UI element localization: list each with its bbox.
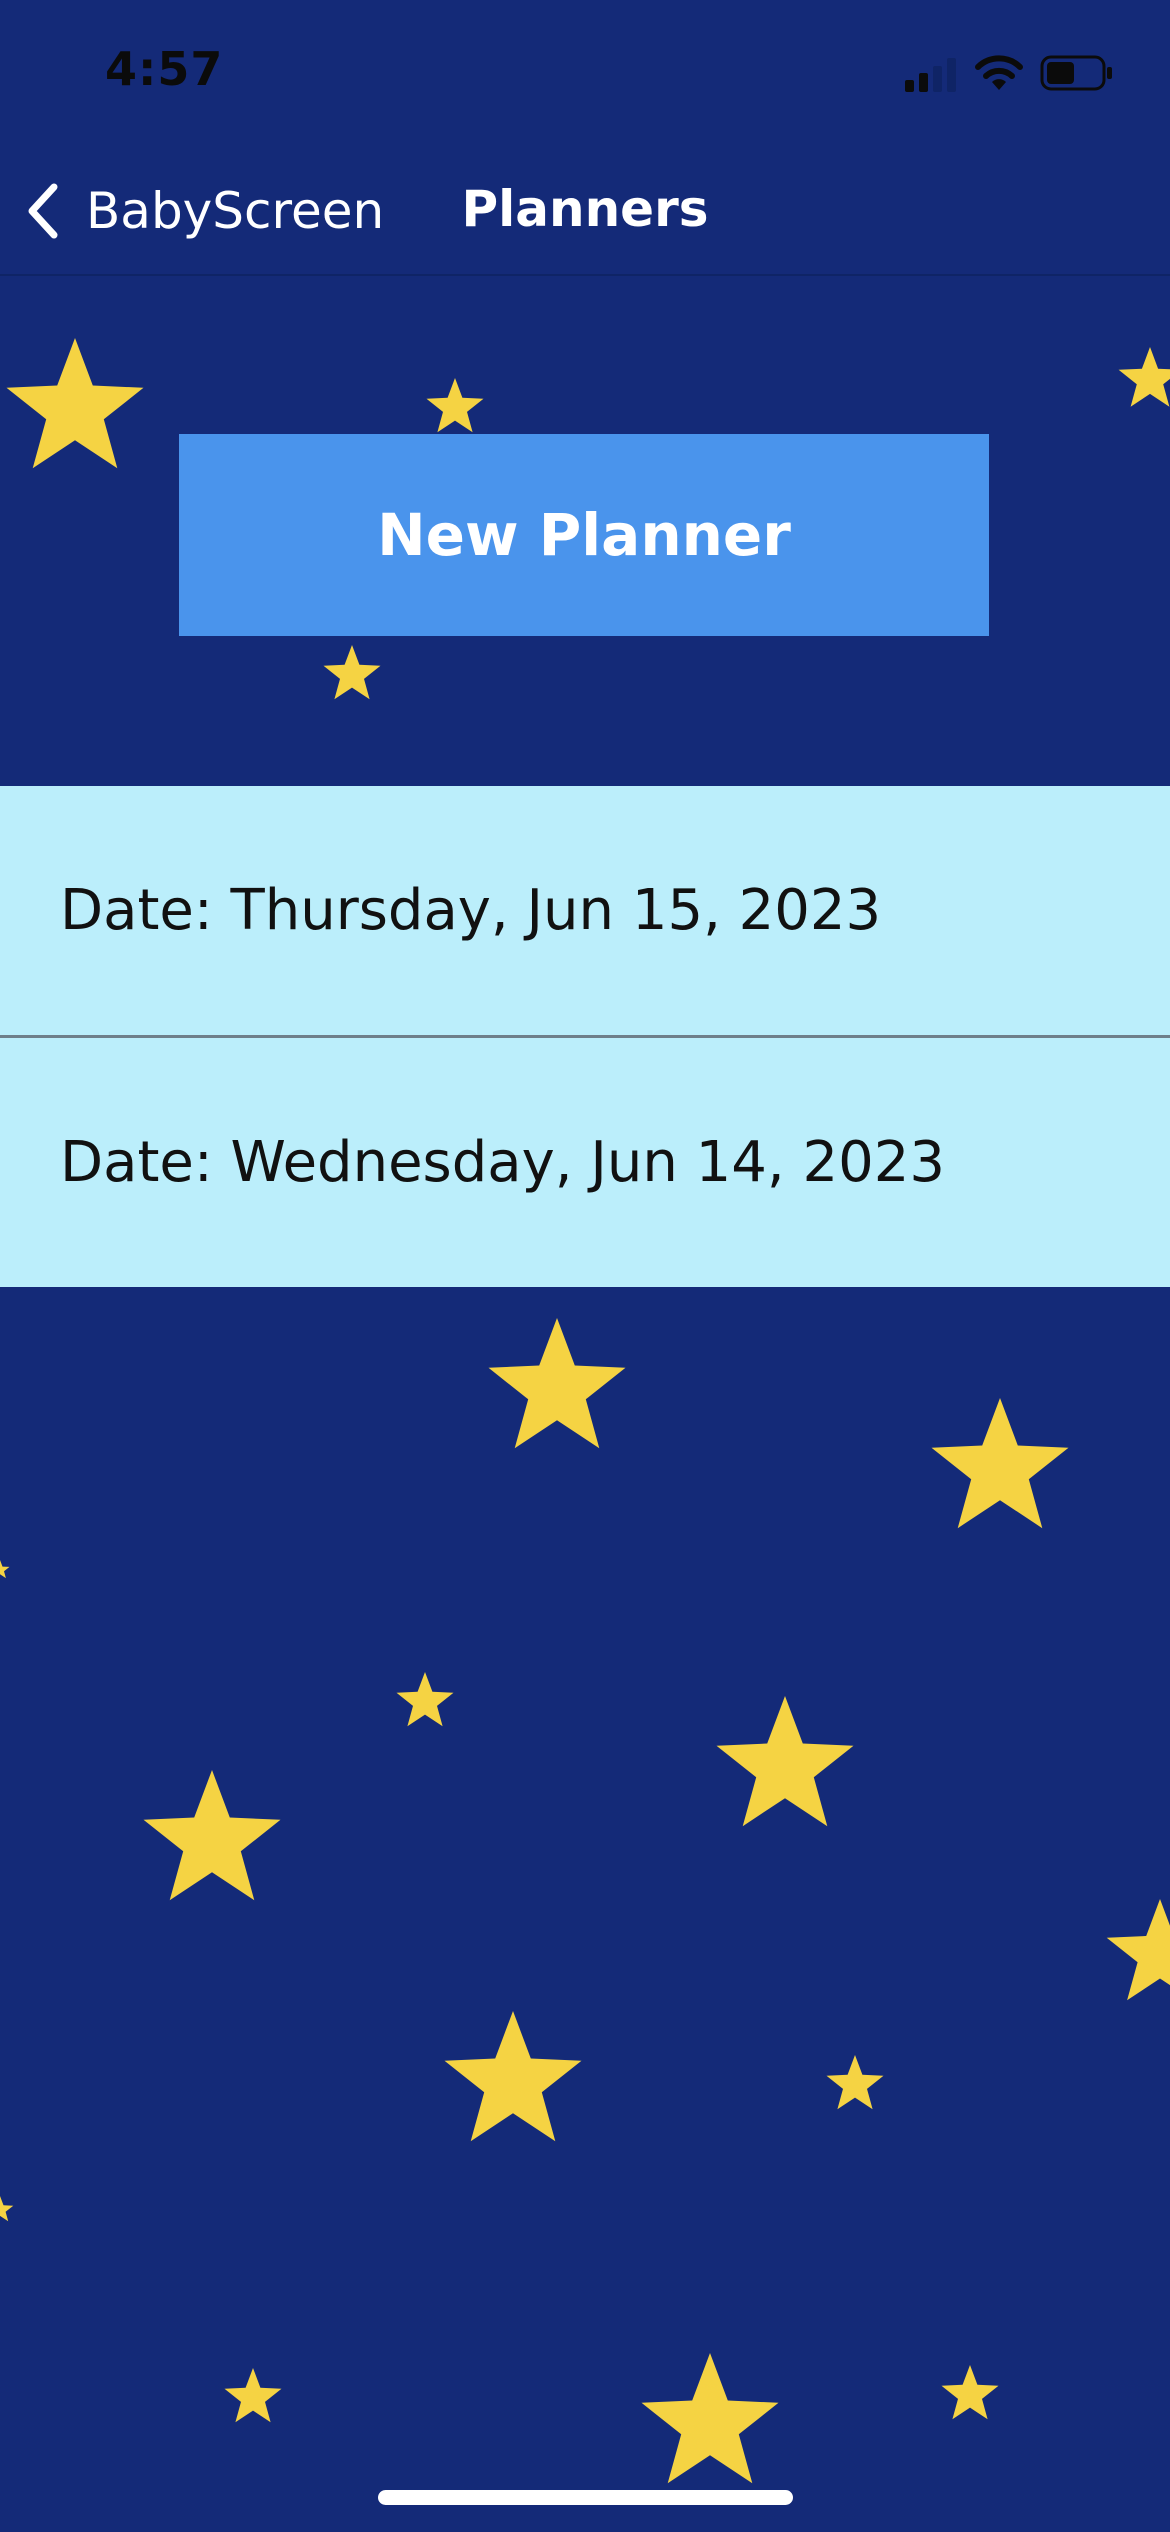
- star-icon: [143, 1770, 281, 1901]
- status-time: 4:57: [105, 42, 224, 96]
- star-icon: [641, 2353, 779, 2484]
- planner-date-label: Date: Thursday, Jun 15, 2023: [60, 878, 882, 943]
- planner-list-item[interactable]: Date: Wednesday, Jun 14, 2023: [0, 1035, 1170, 1287]
- star-icon: [0, 2196, 14, 2222]
- star-icon: [931, 1398, 1069, 1529]
- star-icon: [826, 2055, 884, 2110]
- star-icon: [941, 2365, 999, 2420]
- page-title: Planners: [461, 180, 709, 238]
- new-planner-button[interactable]: New Planner: [179, 434, 989, 636]
- star-icon: [426, 378, 484, 433]
- cellular-signal-icon: [905, 58, 956, 92]
- star-icon: [6, 338, 144, 469]
- planner-date-label: Date: Wednesday, Jun 14, 2023: [60, 1130, 946, 1195]
- planner-list-item[interactable]: Date: Thursday, Jun 15, 2023: [0, 786, 1170, 1035]
- star-icon: [444, 2011, 582, 2142]
- battery-icon: [1040, 55, 1112, 91]
- star-icon: [0, 1560, 10, 1579]
- star-icon: [323, 645, 381, 700]
- star-icon: [1118, 347, 1170, 407]
- navigation-bar: BabyScreen Planners: [0, 150, 1170, 276]
- star-icon: [1106, 1899, 1170, 2001]
- star-icon: [224, 2368, 282, 2423]
- star-icon: [488, 1318, 626, 1449]
- wifi-icon: [975, 55, 1023, 90]
- star-icon: [716, 1696, 854, 1827]
- status-bar: 4:57: [0, 0, 1170, 150]
- home-indicator: [378, 2490, 793, 2505]
- star-icon: [396, 1672, 454, 1727]
- planner-list: Date: Thursday, Jun 15, 2023 Date: Wedne…: [0, 786, 1170, 1287]
